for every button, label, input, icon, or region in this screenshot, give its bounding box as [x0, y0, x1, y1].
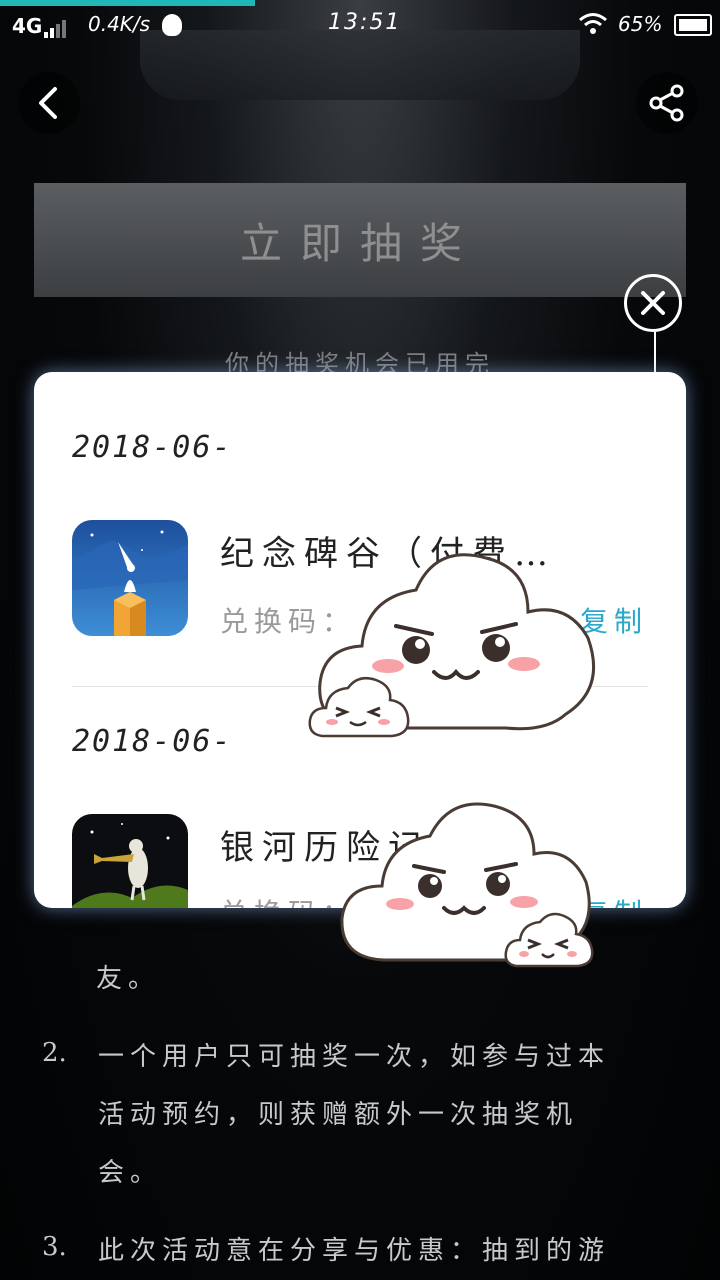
- clock: 13:51: [328, 10, 402, 35]
- small-cloud-mascot-icon: [308, 677, 410, 738]
- close-icon: [641, 291, 665, 315]
- status-bar: 4G 0.4K/s 13:51 65%: [0, 0, 720, 48]
- back-arrow-icon: [39, 87, 57, 119]
- network-speed: 0.4K/s: [88, 12, 151, 36]
- lost-in-galaxy-icon: [72, 814, 188, 908]
- rule-text: 活动预约，则获赠额外一次抽奖机: [98, 1100, 579, 1130]
- network-type: 4G: [12, 14, 43, 38]
- signal-icon: [44, 14, 68, 38]
- prize-date: 2018-06-: [72, 430, 233, 465]
- rule-text: 会。: [98, 1158, 163, 1188]
- share-icon: [649, 84, 684, 122]
- rule-number: 2.: [42, 1038, 67, 1068]
- share-button[interactable]: [636, 72, 698, 134]
- battery-icon: [674, 14, 712, 36]
- battery-percent: 65%: [618, 12, 663, 36]
- close-button[interactable]: [624, 274, 682, 332]
- draw-now-button[interactable]: 立即抽奖: [34, 183, 686, 297]
- prize-date: 2018-06-: [72, 724, 233, 759]
- rule-text: 此次活动意在分享与优惠：抽到的游: [98, 1236, 611, 1266]
- draw-now-label: 立即抽奖: [239, 218, 480, 268]
- close-connector: [654, 332, 656, 374]
- small-cloud-mascot-icon: [504, 912, 594, 968]
- rule-text: 一个用户只可抽奖一次，如参与过本: [98, 1042, 611, 1072]
- qq-notification-icon: [162, 14, 182, 36]
- rule-number: 3.: [42, 1232, 67, 1262]
- rule-text: 友。: [96, 964, 161, 994]
- monument-valley-icon: [72, 520, 188, 636]
- wifi-icon: [579, 13, 607, 34]
- back-button[interactable]: [18, 72, 80, 134]
